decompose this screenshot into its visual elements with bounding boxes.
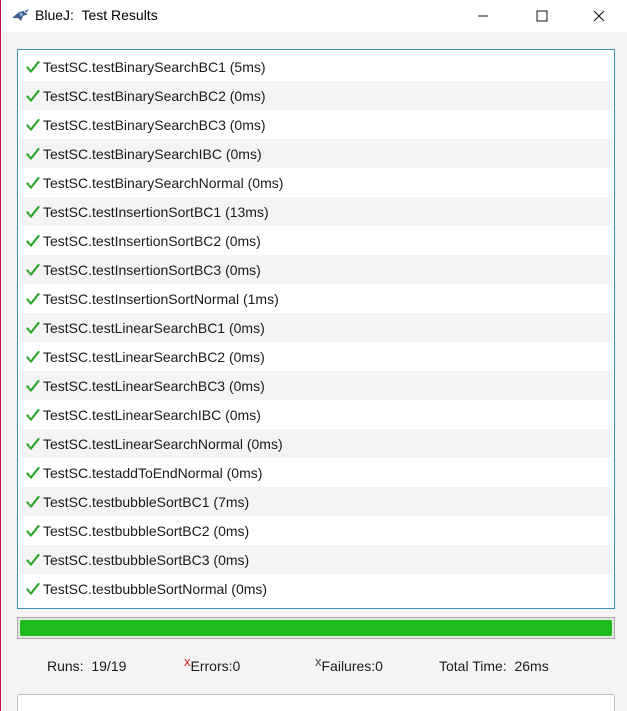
test-row-label: TestSC.testbubbleSortBC3 (0ms) bbox=[43, 551, 250, 568]
test-row[interactable]: TestSC.testBinarySearchIBC (0ms) bbox=[21, 139, 611, 168]
green-check-icon bbox=[26, 350, 40, 364]
green-check-icon bbox=[26, 292, 40, 306]
test-row-label: TestSC.testBinarySearchBC1 (5ms) bbox=[43, 58, 266, 75]
test-row[interactable]: TestSC.testbubbleSortBC3 (0ms) bbox=[21, 545, 611, 574]
green-check-icon bbox=[26, 147, 40, 161]
test-row[interactable]: TestSC.testbubbleSortBC2 (0ms) bbox=[21, 516, 611, 545]
green-check-icon bbox=[26, 60, 40, 74]
runs-count: Runs: 19/19 bbox=[47, 658, 127, 674]
failures-count: xFailures:0 bbox=[315, 654, 383, 674]
test-row[interactable]: TestSC.testBinarySearchBC2 (0ms) bbox=[21, 81, 611, 110]
green-check-icon bbox=[26, 466, 40, 480]
test-row[interactable]: TestSC.testBinarySearchBC1 (5ms) bbox=[21, 52, 611, 81]
errors-count: xErrors:0 bbox=[184, 654, 241, 674]
progress-bar bbox=[17, 617, 615, 639]
window-title: BlueJ: Test Results bbox=[35, 7, 158, 23]
test-row-label: TestSC.testLinearSearchBC2 (0ms) bbox=[43, 348, 265, 365]
error-mark-icon: x bbox=[184, 654, 191, 669]
test-row-label: TestSC.testLinearSearchNormal (0ms) bbox=[43, 435, 283, 452]
test-row[interactable]: TestSC.testaddToEndNormal (0ms) bbox=[21, 458, 611, 487]
minimize-icon bbox=[477, 10, 489, 22]
test-row-label: TestSC.testBinarySearchBC3 (0ms) bbox=[43, 116, 266, 133]
test-row-label: TestSC.testInsertionSortBC1 (13ms) bbox=[43, 203, 269, 220]
total-time: Total Time: 26ms bbox=[439, 658, 549, 674]
test-row[interactable]: TestSC.testLinearSearchBC1 (0ms) bbox=[21, 313, 611, 342]
maximize-icon bbox=[536, 10, 548, 22]
test-row[interactable]: TestSC.testLinearSearchNormal (0ms) bbox=[21, 429, 611, 458]
test-row[interactable]: TestSC.testBinarySearchNormal (0ms) bbox=[21, 168, 611, 197]
test-row-label: TestSC.testLinearSearchBC1 (0ms) bbox=[43, 319, 265, 336]
test-row-label: TestSC.testBinarySearchIBC (0ms) bbox=[43, 145, 262, 162]
test-row[interactable]: TestSC.testInsertionSortBC3 (0ms) bbox=[21, 255, 611, 284]
green-check-icon bbox=[26, 263, 40, 277]
test-row[interactable]: TestSC.testBinarySearchBC3 (0ms) bbox=[21, 110, 611, 139]
close-icon bbox=[593, 10, 605, 22]
green-check-icon bbox=[26, 205, 40, 219]
green-check-icon bbox=[26, 553, 40, 567]
green-check-icon bbox=[26, 408, 40, 422]
green-check-icon bbox=[26, 495, 40, 509]
test-row-label: TestSC.testBinarySearchNormal (0ms) bbox=[43, 174, 284, 191]
test-row[interactable]: TestSC.testLinearSearchIBC (0ms) bbox=[21, 400, 611, 429]
test-row[interactable]: TestSC.testbubbleSortNormal (0ms) bbox=[21, 574, 611, 603]
test-results-window: BlueJ: Test Results TestSC.testBinarySea… bbox=[0, 0, 627, 711]
failure-detail-panel[interactable] bbox=[17, 694, 615, 711]
green-check-icon bbox=[26, 437, 40, 451]
green-check-icon bbox=[26, 379, 40, 393]
progress-bar-fill bbox=[20, 620, 612, 636]
test-row[interactable]: TestSC.testLinearSearchBC2 (0ms) bbox=[21, 342, 611, 371]
test-row[interactable]: TestSC.testInsertionSortBC2 (0ms) bbox=[21, 226, 611, 255]
test-list-rows: TestSC.testBinarySearchBC1 (5ms) TestSC.t… bbox=[21, 52, 611, 603]
summary-bar: Runs: 19/19 xErrors:0 xFailures:0 Total … bbox=[1, 654, 627, 677]
green-check-icon bbox=[26, 582, 40, 596]
test-row-label: TestSC.testbubbleSortBC2 (0ms) bbox=[43, 522, 250, 539]
title-bar[interactable]: BlueJ: Test Results bbox=[1, 0, 627, 32]
green-check-icon bbox=[26, 89, 40, 103]
test-list[interactable]: TestSC.testBinarySearchBC1 (5ms) TestSC.t… bbox=[17, 49, 615, 609]
green-check-icon bbox=[26, 176, 40, 190]
test-row[interactable]: TestSC.testInsertionSortBC1 (13ms) bbox=[21, 197, 611, 226]
test-row-label: TestSC.testaddToEndNormal (0ms) bbox=[43, 464, 263, 481]
close-button[interactable] bbox=[569, 0, 627, 32]
test-row[interactable]: TestSC.testInsertionSortNormal (1ms) bbox=[21, 284, 611, 313]
failure-mark-icon: x bbox=[315, 654, 322, 669]
minimize-button[interactable] bbox=[453, 0, 512, 32]
test-row[interactable]: TestSC.testLinearSearchBC3 (0ms) bbox=[21, 371, 611, 400]
bluej-bird-icon bbox=[11, 8, 31, 24]
maximize-button[interactable] bbox=[512, 0, 571, 32]
test-row-label: TestSC.testLinearSearchIBC (0ms) bbox=[43, 406, 261, 423]
test-row-label: TestSC.testbubbleSortNormal (0ms) bbox=[43, 580, 268, 597]
green-check-icon bbox=[26, 234, 40, 248]
green-check-icon bbox=[26, 524, 40, 538]
test-row-label: TestSC.testInsertionSortBC2 (0ms) bbox=[43, 232, 261, 249]
green-check-icon bbox=[26, 321, 40, 335]
test-row-label: TestSC.testInsertionSortNormal (1ms) bbox=[43, 290, 279, 307]
test-row[interactable]: TestSC.testbubbleSortBC1 (7ms) bbox=[21, 487, 611, 516]
test-row-label: TestSC.testBinarySearchBC2 (0ms) bbox=[43, 87, 266, 104]
test-row-label: TestSC.testbubbleSortBC1 (7ms) bbox=[43, 493, 250, 510]
green-check-icon bbox=[26, 118, 40, 132]
test-row-label: TestSC.testLinearSearchBC3 (0ms) bbox=[43, 377, 265, 394]
test-row-label: TestSC.testInsertionSortBC3 (0ms) bbox=[43, 261, 261, 278]
